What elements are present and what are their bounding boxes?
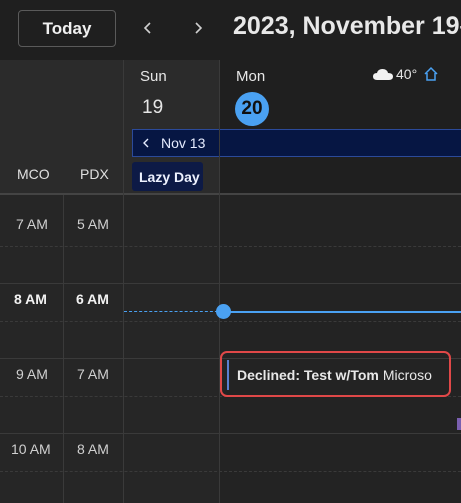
timezone-divider — [63, 195, 64, 503]
today-button[interactable]: Today — [18, 10, 116, 47]
chevron-left-icon — [143, 22, 151, 34]
column-divider — [123, 60, 124, 503]
temperature-label: 40° — [396, 66, 418, 82]
current-time-indicator — [216, 304, 231, 319]
day-column-mon[interactable] — [220, 195, 461, 503]
cloud-icon — [373, 69, 393, 80]
weather-indicator[interactable]: 40° — [372, 66, 439, 82]
previous-week-banner[interactable]: Nov 13 — [132, 129, 461, 157]
hour-label-primary: 10 AM — [11, 441, 51, 457]
hour-line — [0, 283, 461, 284]
hour-label-primary: 9 AM — [16, 366, 48, 382]
day-name-sun: Sun — [140, 68, 167, 85]
hour-label-secondary: 7 AM — [77, 366, 109, 382]
timezone-primary-label: MCO — [17, 166, 50, 182]
hour-label-secondary-current: 6 AM — [76, 291, 109, 307]
current-time-line — [223, 311, 461, 313]
timezone-secondary-label: PDX — [80, 166, 109, 182]
previous-button[interactable] — [135, 15, 161, 41]
next-button[interactable] — [185, 15, 211, 41]
all-day-event[interactable]: Lazy Day — [132, 162, 203, 191]
hour-label-primary: 7 AM — [16, 216, 48, 232]
chevron-right-icon — [195, 22, 203, 34]
half-hour-line — [0, 246, 461, 247]
event-title: Declined: Test w/Tom — [237, 367, 379, 383]
calendar-event[interactable]: Declined: Test w/Tom Microso — [227, 360, 444, 390]
half-hour-line — [0, 471, 461, 472]
hour-label-secondary: 5 AM — [77, 216, 109, 232]
hour-label-primary-current: 8 AM — [14, 291, 47, 307]
hour-label-secondary: 8 AM — [77, 441, 109, 457]
column-divider — [219, 60, 220, 503]
day-name-mon: Mon — [236, 68, 266, 85]
current-time-line-past — [124, 311, 223, 312]
home-icon — [424, 66, 438, 81]
event-color-marker — [457, 418, 461, 430]
day-number-sun[interactable]: 19 — [142, 97, 163, 119]
half-hour-line — [0, 321, 461, 322]
day-column-sun[interactable] — [124, 195, 219, 503]
chevron-left-icon — [143, 138, 149, 148]
date-range-title: 2023, November 19– — [233, 12, 461, 40]
event-location: Microso — [382, 367, 432, 383]
today-date-badge[interactable]: 20 — [235, 92, 269, 126]
banner-label: Nov 13 — [161, 135, 206, 151]
hour-line — [0, 433, 461, 434]
